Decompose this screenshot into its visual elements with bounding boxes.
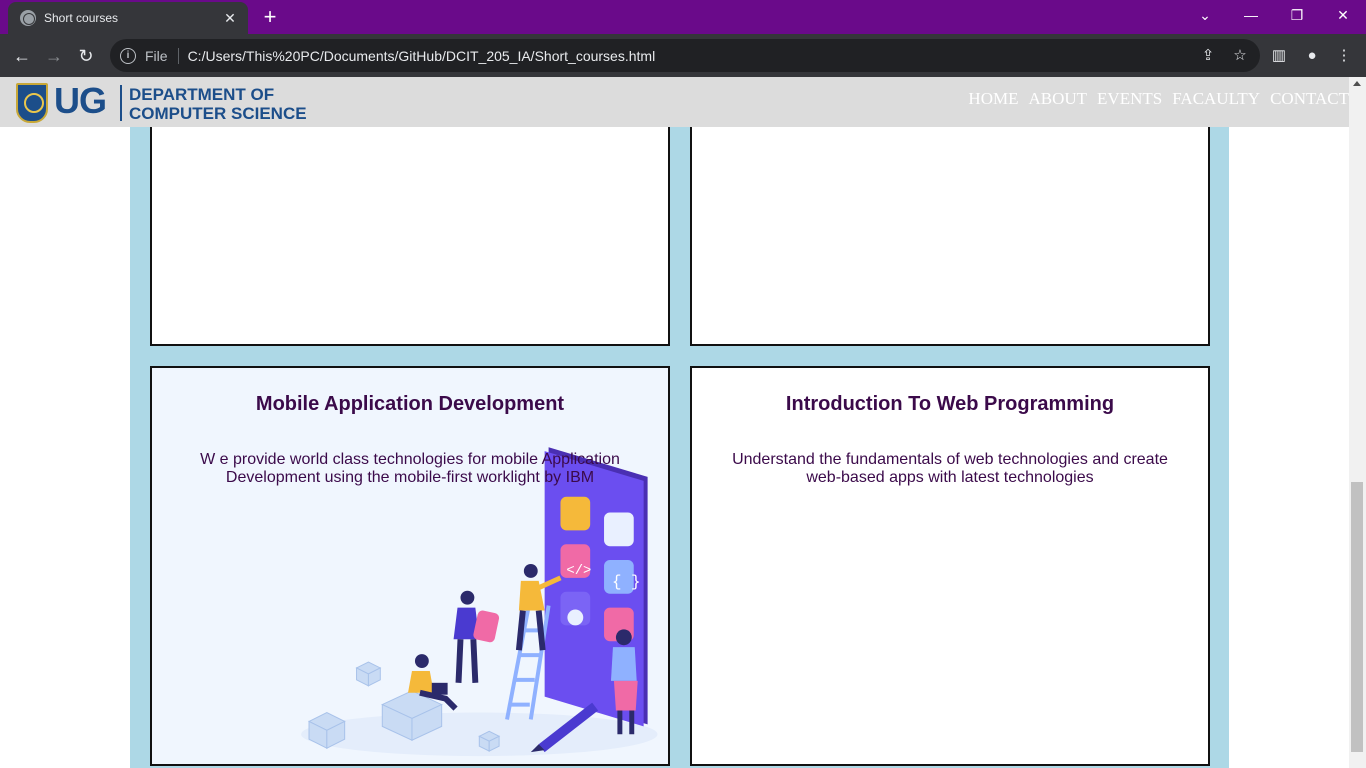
globe-icon <box>20 10 36 26</box>
course-description: W e provide world class technologies for… <box>200 451 620 486</box>
menu-icon[interactable]: ⋮ <box>1334 46 1354 66</box>
url-text[interactable]: C:/Users/This%20PC/Documents/GitHub/DCIT… <box>188 48 656 64</box>
tab-search-icon[interactable]: ⌄ <box>1182 0 1228 30</box>
course-card-web-programming: Introduction To Web Programming Understa… <box>690 366 1210 766</box>
omnibox-separator <box>177 47 179 64</box>
page-viewport: </> { } Mobile Application Development W… <box>0 77 1349 768</box>
minimize-icon[interactable]: — <box>1228 0 1274 30</box>
ug-crest-icon <box>16 83 48 123</box>
back-icon[interactable]: ← <box>10 44 34 68</box>
nav-events[interactable]: EVENTS <box>1097 89 1162 109</box>
main-nav: HOME ABOUT EVENTS FACAULTY CONTACT <box>958 89 1349 109</box>
vertical-scrollbar[interactable] <box>1349 77 1366 768</box>
browser-tabstrip: Short courses ✕ + ⌄ — ❐ ✕ <box>0 0 1366 34</box>
department-line2: COMPUTER SCIENCE <box>129 104 307 123</box>
nav-faculty[interactable]: FACAULTY <box>1172 89 1260 109</box>
file-label: File <box>145 47 168 64</box>
nav-home[interactable]: HOME <box>968 89 1018 109</box>
close-tab-icon[interactable]: ✕ <box>222 10 238 26</box>
site-header: UG DEPARTMENT OF COMPUTER SCIENCE HOME A… <box>0 77 1349 127</box>
forward-icon[interactable]: → <box>42 44 66 68</box>
browser-tab[interactable]: Short courses ✕ <box>8 2 248 34</box>
nav-about[interactable]: ABOUT <box>1028 89 1087 109</box>
svg-text:</>: </> <box>566 563 591 579</box>
window-close-icon[interactable]: ✕ <box>1320 0 1366 30</box>
bookmark-star-icon[interactable]: ☆ <box>1230 46 1250 66</box>
browser-toolbar: ← → ↻ i File C:/Users/This%20PC/Document… <box>0 34 1366 77</box>
new-tab-icon[interactable]: + <box>258 6 282 30</box>
side-panel-icon[interactable]: ▥ <box>1269 46 1289 66</box>
logo-text[interactable]: UG <box>54 80 107 122</box>
course-card-mobile-development: </> { } Mobile Application Development W… <box>150 366 670 766</box>
restore-icon[interactable]: ❐ <box>1274 0 1320 30</box>
tab-title: Short courses <box>44 11 119 25</box>
nav-contact[interactable]: CONTACT <box>1270 89 1349 109</box>
scrollbar-thumb[interactable] <box>1351 482 1363 752</box>
logo-divider <box>120 85 122 121</box>
scroll-up-arrow-icon[interactable] <box>1353 81 1361 86</box>
department-name: DEPARTMENT OF COMPUTER SCIENCE <box>129 85 307 123</box>
address-bar[interactable]: i File C:/Users/This%20PC/Documents/GitH… <box>110 39 1260 72</box>
department-line1: DEPARTMENT OF <box>129 85 275 104</box>
mobile-development-illustration: </> { } <box>301 447 658 757</box>
course-title: Introduction To Web Programming <box>785 393 1115 415</box>
reload-icon[interactable]: ↻ <box>74 44 98 68</box>
course-description: Understand the fundamentals of web techn… <box>732 451 1168 486</box>
profile-icon[interactable]: ● <box>1302 46 1322 66</box>
course-title: Mobile Application Development <box>255 393 565 415</box>
share-icon[interactable]: ⇪ <box>1198 46 1218 66</box>
info-icon[interactable]: i <box>120 47 136 64</box>
svg-text:{ }: { } <box>612 573 641 591</box>
